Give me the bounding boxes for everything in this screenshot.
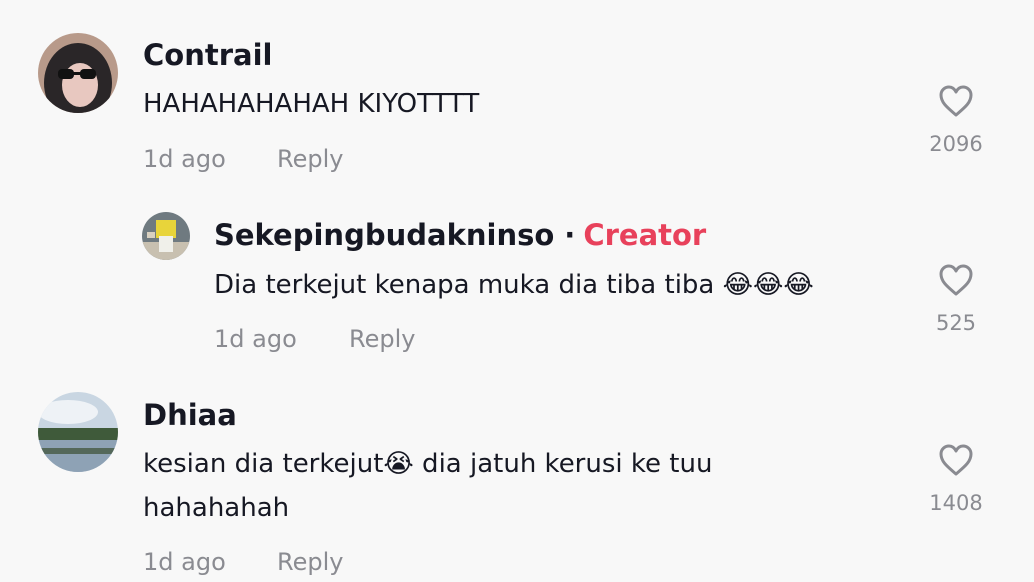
reply-button[interactable]: Reply bbox=[277, 145, 343, 173]
comment-text-part: kesian dia terkejut bbox=[143, 449, 384, 479]
comment-meta: 1d ago Reply bbox=[143, 548, 343, 576]
username[interactable]: Sekepingbudakninso · Creator bbox=[214, 218, 706, 252]
like-count: 1408 bbox=[929, 491, 983, 515]
username[interactable]: Dhiaa bbox=[143, 398, 237, 432]
comment-text-line: hahahahah bbox=[143, 493, 290, 523]
creator-badge: Creator bbox=[583, 218, 707, 252]
like-button[interactable]: 1408 bbox=[916, 443, 996, 515]
like-count: 525 bbox=[935, 311, 977, 335]
like-count: 2096 bbox=[929, 132, 983, 156]
heart-outline-icon bbox=[939, 264, 973, 296]
comment-meta: 1d ago Reply bbox=[214, 325, 415, 353]
comment-text: Dia terkejut kenapa muka dia tiba tiba 😂… bbox=[214, 263, 814, 307]
avatar[interactable] bbox=[38, 33, 118, 113]
reply-item: Sekepingbudakninso · Creator Dia terkejut … bbox=[0, 190, 1034, 370]
separator-dot: · bbox=[564, 218, 576, 252]
heart-outline-icon bbox=[939, 444, 973, 476]
like-button[interactable]: 525 bbox=[916, 263, 996, 335]
comment-item: Dhiaa kesian dia terkejut😭 dia jatuh ker… bbox=[0, 370, 1034, 582]
username[interactable]: Contrail bbox=[143, 38, 272, 72]
comment-text: HAHAHAHAHAH KIYOTTTT bbox=[143, 89, 480, 119]
reply-button[interactable]: Reply bbox=[349, 325, 415, 353]
comment-item: Contrail HAHAHAHAHAH KIYOTTTT 1d ago Repl… bbox=[0, 0, 1034, 190]
laughing-emoji-icon: 😂😂😂 bbox=[722, 270, 814, 300]
timestamp: 1d ago bbox=[143, 548, 226, 576]
avatar[interactable] bbox=[38, 392, 118, 472]
timestamp: 1d ago bbox=[214, 325, 297, 353]
avatar[interactable] bbox=[142, 212, 190, 260]
crying-emoji-icon: 😭 bbox=[383, 449, 414, 479]
comment-text-part: dia jatuh kerusi ke tuu bbox=[413, 449, 713, 479]
reply-button[interactable]: Reply bbox=[277, 548, 343, 576]
username-text[interactable]: Sekepingbudakninso bbox=[214, 218, 554, 252]
heart-outline-icon bbox=[939, 85, 973, 117]
comment-meta: 1d ago Reply bbox=[143, 145, 343, 173]
like-button[interactable]: 2096 bbox=[916, 84, 996, 156]
timestamp: 1d ago bbox=[143, 145, 226, 173]
comment-text-body: Dia terkejut kenapa muka dia tiba tiba bbox=[214, 270, 715, 300]
comment-text: kesian dia terkejut😭 dia jatuh kerusi ke… bbox=[143, 442, 712, 530]
